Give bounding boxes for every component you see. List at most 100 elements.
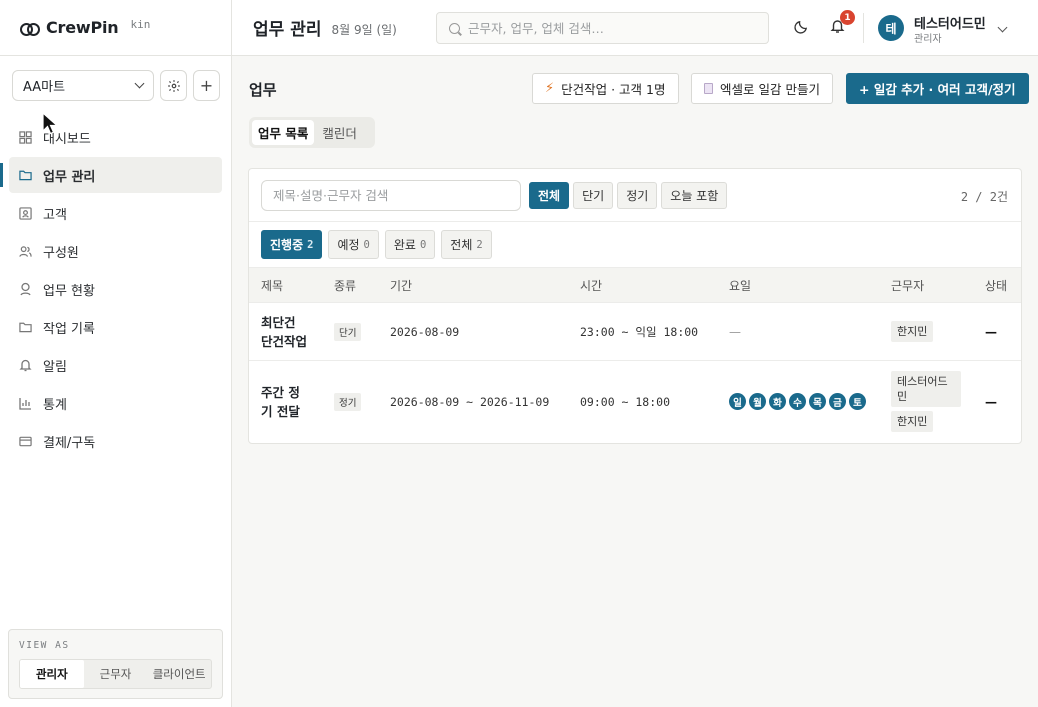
task-kind-badge: 정기 (334, 392, 362, 411)
excel-import-label: 엑셀로 일감 만들기 (720, 82, 820, 97)
card-icon (19, 435, 32, 448)
table-row[interactable]: 최단건 단건작업 단기 2026-08-09 23:00 ~ 익일 18:00 … (249, 303, 1021, 361)
chart-icon (19, 397, 32, 410)
task-workers: 한지민 (891, 303, 985, 361)
sidebar-item-billing[interactable]: 결제/구독 (9, 423, 222, 459)
table-header: 제목 종류 기간 시간 요일 근무자 상태 (249, 267, 1021, 303)
sidebar-item-customers[interactable]: 고객 (9, 195, 222, 231)
day-badge-mon: 월 (749, 393, 766, 411)
store-select[interactable]: AA마트 (12, 70, 154, 101)
result-count: 2 / 2건 (960, 190, 1008, 204)
sidebar-item-dashboard[interactable]: 대시보드 (9, 119, 222, 155)
column-header-time[interactable]: 시간 (580, 268, 729, 303)
status-tab-label: 완료 (393, 238, 416, 252)
status-tab-count: 2 (307, 238, 314, 251)
status-tab-completed[interactable]: 완료 0 (384, 230, 436, 259)
single-task-label: 단건작업 · 고객 1명 (561, 82, 666, 97)
view-tabs: 업무 목록 캘린더 (249, 117, 375, 148)
sidebar-item-work-log[interactable]: 작업 기록 (9, 309, 222, 345)
filter-recurring[interactable]: 정기 (617, 181, 658, 209)
view-as-admin[interactable]: 관리자 (20, 660, 84, 688)
task-title-line: 단건작업 (261, 333, 308, 349)
status-tab-label: 예정 (337, 238, 360, 252)
day-badge-wed: 수 (789, 393, 806, 411)
brand[interactable]: CrewPin kin (0, 0, 231, 56)
status-tab-count: 2 (476, 238, 483, 251)
id-card-icon (19, 206, 32, 220)
page-title: 업무 관리 (253, 20, 322, 40)
task-title[interactable]: 주간 정 기 전달 (249, 361, 334, 443)
task-panel: 전체 단기 정기 오늘 포함 2 / 2건 진행중 2 예정 0 완료 0 전체… (248, 168, 1022, 444)
pin-icon (19, 282, 32, 296)
view-as-tabs: 관리자 근무자 클라이언트 (19, 659, 212, 689)
status-tab-count: 0 (419, 238, 427, 251)
column-header-workers[interactable]: 근무자 (891, 268, 985, 303)
sidebar-item-task-status[interactable]: 업무 현황 (9, 271, 222, 307)
sidebar-item-label: 업무 현황 (43, 283, 95, 299)
task-time: 09:00 ~ 18:00 (580, 394, 671, 409)
global-search[interactable] (436, 12, 769, 44)
folder-icon (19, 169, 32, 182)
task-title-line: 최단건 (261, 314, 296, 330)
task-period: 2026-08-09 ~ 2026-11-09 (390, 394, 550, 409)
dark-mode-toggle[interactable] (794, 19, 809, 38)
sidebar-item-statistics[interactable]: 통계 (9, 385, 222, 421)
store-settings-button[interactable] (160, 70, 187, 101)
status-tab-scheduled[interactable]: 예정 0 (328, 230, 379, 259)
view-as-panel: VIEW AS 관리자 근무자 클라이언트 (8, 629, 223, 699)
status-tab-label: 전체 (450, 238, 473, 252)
global-search-input[interactable] (468, 20, 758, 36)
grid-icon (19, 130, 32, 144)
column-header-kind[interactable]: 종류 (334, 268, 390, 303)
filter-short-term[interactable]: 단기 (573, 181, 614, 209)
day-badge-tue: 화 (769, 393, 786, 411)
brand-name: CrewPin (46, 18, 119, 37)
store-select-value: AA마트 (23, 80, 66, 95)
worker-chip: 테스터어드민 (891, 371, 961, 408)
document-icon (704, 83, 713, 94)
filter-all[interactable]: 전체 (529, 181, 570, 209)
divider (863, 13, 864, 43)
filter-include-today[interactable]: 오늘 포함 (661, 181, 728, 209)
excel-import-button[interactable]: 엑셀로 일감 만들기 (691, 73, 833, 104)
task-kind-badge: 단기 (334, 322, 362, 341)
task-search-input[interactable] (261, 179, 521, 211)
task-title-line: 주간 정 (261, 384, 300, 400)
sidebar-item-notifications[interactable]: 알림 (9, 347, 222, 383)
task-table: 제목 종류 기간 시간 요일 근무자 상태 최단건 단건작업 단기 2026-0… (249, 267, 1021, 443)
column-header-status[interactable]: 상태 (985, 268, 1021, 303)
sidebar-item-task-management[interactable]: 업무 관리 (0, 157, 222, 193)
status-tab-count: 0 (363, 238, 370, 251)
chevron-down-icon (134, 78, 145, 89)
table-row[interactable]: 주간 정 기 전달 정기 2026-08-09 ~ 2026-11-09 09:… (249, 361, 1021, 443)
sidebar-item-members[interactable]: 구성원 (9, 233, 222, 269)
status-tab-in-progress[interactable]: 진행중 2 (261, 230, 323, 259)
task-time: 23:00 ~ 익일 18:00 (580, 324, 699, 339)
column-header-title[interactable]: 제목 (249, 268, 334, 303)
column-header-period[interactable]: 기간 (390, 268, 580, 303)
sidebar-item-label: 업무 관리 (43, 169, 96, 185)
column-header-days[interactable]: 요일 (729, 268, 891, 303)
avatar[interactable]: 테 (878, 15, 904, 41)
day-badge-sat: 토 (849, 393, 866, 411)
worker-chip: 한지민 (891, 321, 934, 342)
tab-task-list[interactable]: 업무 목록 (252, 120, 315, 145)
tab-calendar[interactable]: 캘린더 (316, 120, 363, 145)
chevron-down-icon[interactable] (997, 22, 1008, 33)
add-task-button[interactable]: + 일감 추가 · 여러 고객/정기 (846, 73, 1029, 104)
moon-icon (794, 20, 808, 34)
status-tabs: 진행중 2 예정 0 완료 0 전체 2 (249, 222, 1021, 267)
task-days: 일월화수목금토 (729, 361, 891, 443)
task-title[interactable]: 최단건 단건작업 (249, 303, 334, 361)
lightning-icon: ⚡ (545, 81, 555, 96)
view-as-client[interactable]: 클라이언트 (147, 660, 211, 688)
single-task-button[interactable]: ⚡ 단건작업 · 고객 1명 (532, 73, 679, 104)
add-store-button[interactable]: + (193, 70, 220, 101)
day-badge-sun: 일 (729, 393, 746, 411)
gear-icon (167, 79, 180, 92)
status-tab-all[interactable]: 전체 2 (441, 230, 492, 259)
task-status: — (985, 324, 997, 339)
day-badge-thu: 목 (809, 393, 826, 411)
worker-chip: 한지민 (891, 411, 934, 433)
view-as-worker[interactable]: 근무자 (84, 660, 148, 688)
